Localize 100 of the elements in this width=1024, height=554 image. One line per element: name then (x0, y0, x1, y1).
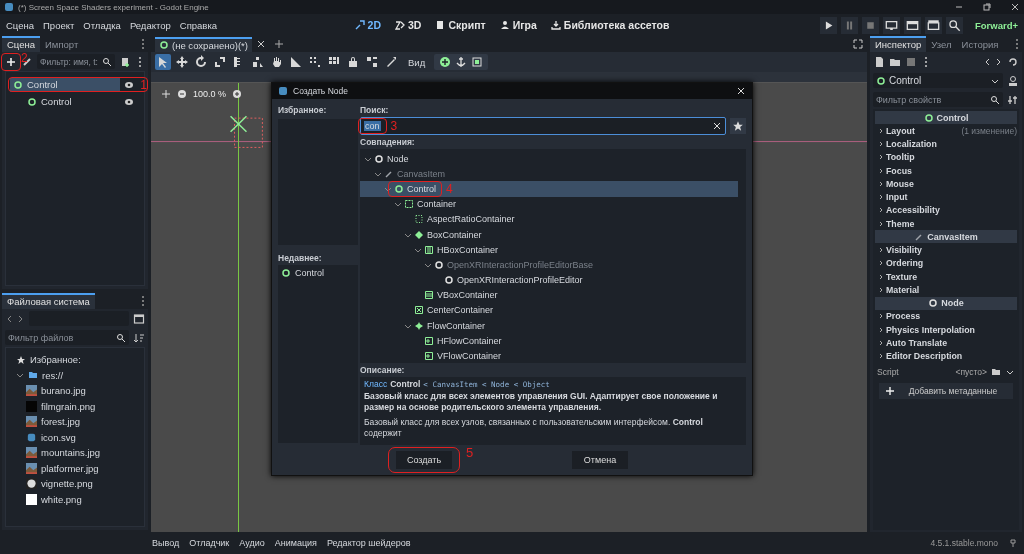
property-group[interactable]: Ordering (877, 258, 924, 269)
folder-icon[interactable] (991, 366, 1001, 377)
favorites-item[interactable]: Избранное: (30, 354, 81, 366)
workspace-tab[interactable]: Скрипт (433, 18, 488, 32)
script-value[interactable]: <пусто> (955, 366, 987, 377)
file-item[interactable]: icon.svg (41, 431, 76, 443)
file-item[interactable]: vignette.png (41, 478, 93, 490)
pivot-icon[interactable] (250, 54, 266, 70)
dock-tab[interactable]: История (956, 36, 1004, 52)
kebab-menu-icon[interactable] (1015, 38, 1019, 50)
panel-layout-icon[interactable] (133, 312, 145, 325)
play-icon[interactable] (820, 16, 837, 34)
bottom-panel-tab[interactable]: Анимация (274, 538, 317, 548)
zoom-in-icon[interactable] (232, 89, 243, 99)
close-icon[interactable] (1010, 2, 1020, 12)
property-group[interactable]: Accessibility (877, 205, 940, 216)
menu-item[interactable]: Отладка (83, 19, 121, 31)
monitor-icon[interactable] (883, 16, 900, 34)
doc-search-icon[interactable] (1007, 74, 1019, 87)
visibility-eye-icon[interactable] (124, 79, 134, 90)
kebab-menu-icon[interactable] (138, 55, 142, 68)
zoom-level[interactable]: 100.0 % (193, 89, 227, 99)
bottom-panel-tab[interactable]: Редактор шейдеров (326, 538, 411, 548)
property-group[interactable]: Input (877, 192, 908, 203)
workspace-tab[interactable]: 3D (393, 18, 424, 32)
dots-grid-icon[interactable] (307, 54, 323, 70)
back-forward-icon[interactable] (5, 313, 25, 324)
menu-item[interactable]: Сцена (6, 19, 34, 31)
file-item[interactable]: mountains.jpg (41, 447, 101, 459)
workspace-tab[interactable]: 2D (352, 18, 383, 32)
search-icon[interactable] (946, 16, 963, 34)
property-group[interactable]: Physics Interpolation (877, 324, 975, 335)
search-field[interactable]: con 3 (360, 117, 726, 135)
restore-icon[interactable] (982, 2, 992, 12)
visibility-eye-icon[interactable] (124, 96, 134, 107)
add-metadata-button[interactable]: Добавить метаданные (879, 382, 1013, 399)
history-icon[interactable] (1007, 55, 1019, 68)
view-menu[interactable]: Вид (408, 56, 426, 68)
tune-icon[interactable] (1007, 93, 1019, 106)
pin-icon[interactable] (1008, 538, 1018, 548)
fullscreen-icon[interactable] (853, 39, 863, 49)
move-icon[interactable] (174, 54, 190, 70)
zoom-out-icon[interactable] (177, 89, 187, 99)
property-group[interactable]: Auto Translate (877, 337, 948, 348)
star-icon[interactable] (730, 118, 746, 134)
bottom-panel-tab[interactable]: Отладчик (189, 538, 230, 548)
triangle-ruler-icon[interactable] (288, 54, 304, 70)
property-group[interactable]: Localization (877, 138, 937, 149)
renderer-menu[interactable]: Forward+ (975, 19, 1018, 31)
move-icon[interactable] (161, 89, 171, 99)
property-group[interactable]: Editor Description (877, 351, 963, 362)
stop-icon[interactable] (862, 16, 879, 34)
dock-tab[interactable]: Инспектор (870, 36, 927, 52)
kebab-menu-icon[interactable] (924, 55, 928, 68)
back-forward-icon[interactable] (983, 56, 1003, 67)
add-icon[interactable] (5, 55, 17, 68)
close-icon[interactable] (736, 86, 746, 96)
menu-item[interactable]: Проект (43, 19, 75, 31)
snap-toggle[interactable] (434, 54, 489, 70)
file-item[interactable]: platformer.jpg (41, 462, 99, 474)
property-group[interactable]: Texture (877, 271, 918, 282)
property-group[interactable]: Tooltip (877, 152, 915, 163)
create-button[interactable]: Создать (396, 451, 452, 469)
sort-icon[interactable] (133, 331, 145, 344)
kebab-menu-icon[interactable] (141, 295, 145, 307)
script-add-icon[interactable] (119, 55, 131, 68)
window-icon[interactable] (904, 16, 921, 34)
scene-tab[interactable]: (не сохранено)(*) (155, 36, 252, 52)
bottom-panel-tab[interactable]: Аудио (239, 538, 265, 548)
dock-tab[interactable]: Импорт (40, 36, 84, 52)
property-group[interactable]: Visibility (877, 245, 923, 255)
expand-chevron-icon[interactable] (16, 371, 24, 380)
recent-item[interactable]: Control (281, 268, 355, 278)
property-group[interactable]: Focus (877, 165, 912, 176)
property-group[interactable]: Material (877, 284, 920, 295)
property-group[interactable]: Process (877, 311, 921, 322)
file-item[interactable]: forest.jpg (41, 416, 81, 428)
clapper-icon[interactable] (925, 16, 942, 34)
property-group[interactable]: Mouse (877, 178, 914, 189)
dock-tab[interactable]: Файловая система (2, 293, 95, 309)
file-item[interactable]: white.png (41, 493, 82, 505)
dock-tab[interactable]: Сцена (2, 36, 40, 52)
rotate-icon[interactable] (193, 54, 209, 70)
kebab-menu-icon[interactable] (141, 38, 145, 50)
add-tab-icon[interactable] (273, 39, 284, 49)
scene-tree-item[interactable]: Control (24, 94, 120, 109)
save-icon[interactable] (905, 55, 917, 68)
workspace-tab[interactable]: Игра (497, 18, 539, 32)
file-item[interactable]: filmgrain.png (41, 400, 96, 412)
file-item[interactable]: burano.jpg (41, 385, 86, 397)
close-icon[interactable] (255, 39, 266, 49)
filter-field[interactable]: Фильтр: имя, t: (37, 54, 115, 69)
menu-item[interactable]: Редактор (129, 19, 171, 31)
dock-tab[interactable]: Узел (926, 36, 957, 52)
property-group[interactable]: Layout (877, 125, 915, 136)
workspace-tab[interactable]: Библиотека ассетов (548, 18, 672, 32)
folder-item[interactable]: res:// (42, 369, 64, 381)
link-icon[interactable] (21, 55, 33, 68)
clear-icon[interactable] (712, 121, 722, 131)
cancel-button[interactable]: Отмена (572, 451, 628, 469)
